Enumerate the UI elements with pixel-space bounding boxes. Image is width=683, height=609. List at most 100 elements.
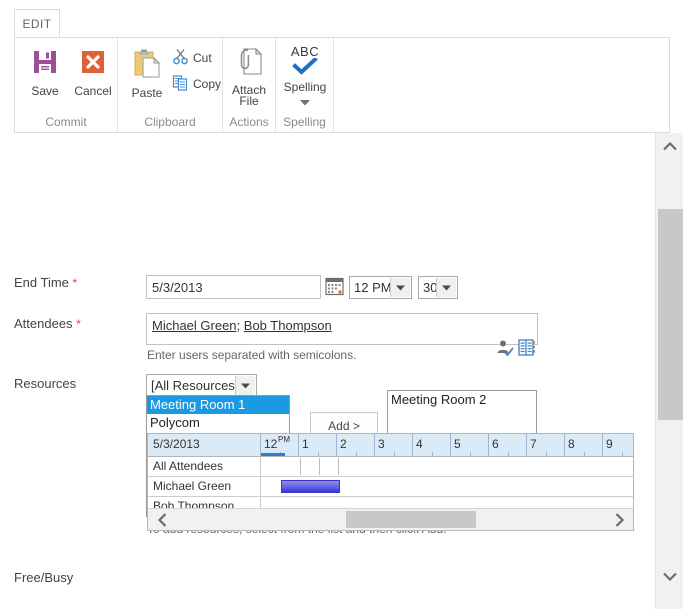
half-hour-tick <box>583 452 585 456</box>
free-busy-row-name: All Attendees <box>153 459 224 473</box>
spelling-button[interactable]: ABC Spelling <box>279 40 331 109</box>
free-busy-row-divider <box>260 477 261 496</box>
free-busy-row-divider <box>260 457 261 476</box>
free-busy-label: Free/Busy <box>14 570 74 585</box>
page-scroll-thumb[interactable] <box>658 209 683 420</box>
ribbon-group-label-actions: Actions <box>229 115 269 129</box>
add-resource-label: Add > <box>328 419 360 433</box>
half-hour-tick <box>317 452 319 456</box>
save-label: Save <box>31 84 59 98</box>
hour-label: 6 <box>492 437 499 451</box>
list-item[interactable]: Polycom <box>147 414 289 432</box>
attendees-input[interactable]: Michael Green; Bob Thompson <box>146 313 538 345</box>
hour-label: 5 <box>454 437 461 451</box>
ribbon-tab-strip: EDIT <box>0 0 683 38</box>
half-hour-tick <box>393 452 395 456</box>
attach-file-label-line2: File <box>239 94 259 108</box>
save-icon <box>19 42 71 82</box>
hour-label: 7 <box>530 437 537 451</box>
free-busy-grid: 5/3/2013 12 PM 1 2 3 4 5 6 7 8 9 All Attendees Mich… <box>147 433 634 531</box>
tab-edit-label: EDIT <box>22 17 52 31</box>
free-busy-scroll-thumb[interactable] <box>346 511 476 528</box>
hour-label: 8 <box>568 437 575 451</box>
chevron-right-icon[interactable] <box>605 509 633 530</box>
copy-icon <box>172 74 189 94</box>
half-hour-tick <box>507 452 509 456</box>
attendee-link-michael-green[interactable]: Michael Green <box>152 318 237 333</box>
free-busy-current-time-marker <box>261 453 285 456</box>
hour-label: 4 <box>416 437 423 451</box>
attach-file-button[interactable]: Attach File <box>223 42 275 107</box>
free-busy-hour-8: 8 <box>564 434 602 456</box>
ribbon-group-label-clipboard: Clipboard <box>144 115 196 129</box>
resources-filter-select[interactable]: [All Resources] <box>146 374 257 397</box>
cancel-button[interactable]: Cancel <box>67 42 119 97</box>
hour-label: 3 <box>378 437 385 451</box>
tab-edit[interactable]: EDIT <box>14 9 60 38</box>
chevron-left-icon[interactable] <box>148 509 176 530</box>
chevron-down-icon[interactable] <box>390 278 410 297</box>
attendees-hint: Enter users separated with semicolons. <box>147 348 357 362</box>
end-time-hour-value: 12 PM <box>354 280 392 295</box>
free-busy-hour-6: 6 <box>488 434 526 456</box>
check-names-icon[interactable] <box>496 339 514 360</box>
hour-label: 12 <box>264 437 278 451</box>
hour-label: 2 <box>340 437 347 451</box>
cut-button[interactable]: Cut <box>172 48 212 68</box>
list-item[interactable]: Meeting Room 1 <box>147 396 289 414</box>
hour-label: 9 <box>606 437 613 451</box>
half-hour-tick <box>355 452 357 456</box>
ribbon-group-spelling: ABC Spelling Spelling <box>276 38 334 132</box>
resources-filter-value: [All Resources] <box>151 378 239 393</box>
free-busy-hour-1: 1 <box>298 434 336 456</box>
ribbon-group-clipboard: Paste Cut Copy Clipboard <box>118 38 223 132</box>
spelling-abc-text: ABC <box>290 43 320 59</box>
copy-label: Copy <box>193 77 222 91</box>
ribbon-group-label-spelling: Spelling <box>283 115 326 129</box>
ribbon-body: Save Cancel Commit Paste Cut Copy Clipbo… <box>14 37 670 133</box>
free-busy-scrollbar[interactable] <box>148 508 633 530</box>
page-scrollbar[interactable] <box>655 133 683 609</box>
resources-label: Resources <box>14 376 77 391</box>
save-button[interactable]: Save <box>19 42 71 97</box>
end-time-minute-select[interactable]: 30 <box>418 276 458 299</box>
chevron-up-icon[interactable] <box>656 135 683 157</box>
cancel-icon <box>67 42 119 82</box>
paste-label: Paste <box>131 86 163 100</box>
list-item[interactable]: Meeting Room 2 <box>388 391 536 409</box>
ribbon-group-label-commit: Commit <box>45 115 87 129</box>
spelling-dropdown-arrow-icon[interactable] <box>279 94 331 109</box>
free-busy-date: 5/3/2013 <box>153 437 200 451</box>
end-time-date-value: 5/3/2013 <box>152 279 203 295</box>
address-book-icon[interactable] <box>518 339 536 359</box>
ribbon: EDIT Save Cancel Commit Paste Cut Copy C… <box>0 0 683 133</box>
chevron-down-icon[interactable] <box>235 376 255 395</box>
chevron-down-icon[interactable] <box>436 278 456 297</box>
half-hour-tick <box>545 452 547 456</box>
date-picker-icon[interactable] <box>325 277 344 299</box>
end-time-label: End Time * <box>14 275 77 290</box>
end-time-date-input[interactable]: 5/3/2013 <box>146 275 321 299</box>
paste-button[interactable]: Paste <box>121 44 173 99</box>
cut-label: Cut <box>193 51 212 65</box>
free-busy-header: 5/3/2013 12 PM 1 2 3 4 5 6 7 8 9 <box>148 434 633 457</box>
ribbon-group-commit: Save Cancel Commit <box>15 38 118 132</box>
chevron-down-icon[interactable] <box>656 565 683 587</box>
free-busy-row: All Attendees <box>148 457 633 477</box>
spelling-label: Spelling <box>283 80 327 94</box>
form-area: End Time * 5/3/2013 12 PM 30 Attendees *… <box>0 133 655 609</box>
attendees-required-star: * <box>76 317 81 331</box>
free-busy-boundary-tick <box>318 458 320 475</box>
half-hour-tick <box>431 452 433 456</box>
free-busy-hour-2: 2 <box>336 434 374 456</box>
cut-icon <box>172 48 189 68</box>
free-busy-row: Michael Green <box>148 477 633 497</box>
attendee-link-bob-thompson[interactable]: Bob Thompson <box>244 318 332 333</box>
attendees-label: Attendees * <box>14 316 81 331</box>
end-time-hour-select[interactable]: 12 PM <box>349 276 412 299</box>
half-hour-tick <box>469 452 471 456</box>
end-time-required-star: * <box>72 276 78 290</box>
free-busy-hour-4: 4 <box>412 434 450 456</box>
free-busy-row-name: Michael Green <box>153 479 232 493</box>
copy-button[interactable]: Copy <box>172 74 221 94</box>
